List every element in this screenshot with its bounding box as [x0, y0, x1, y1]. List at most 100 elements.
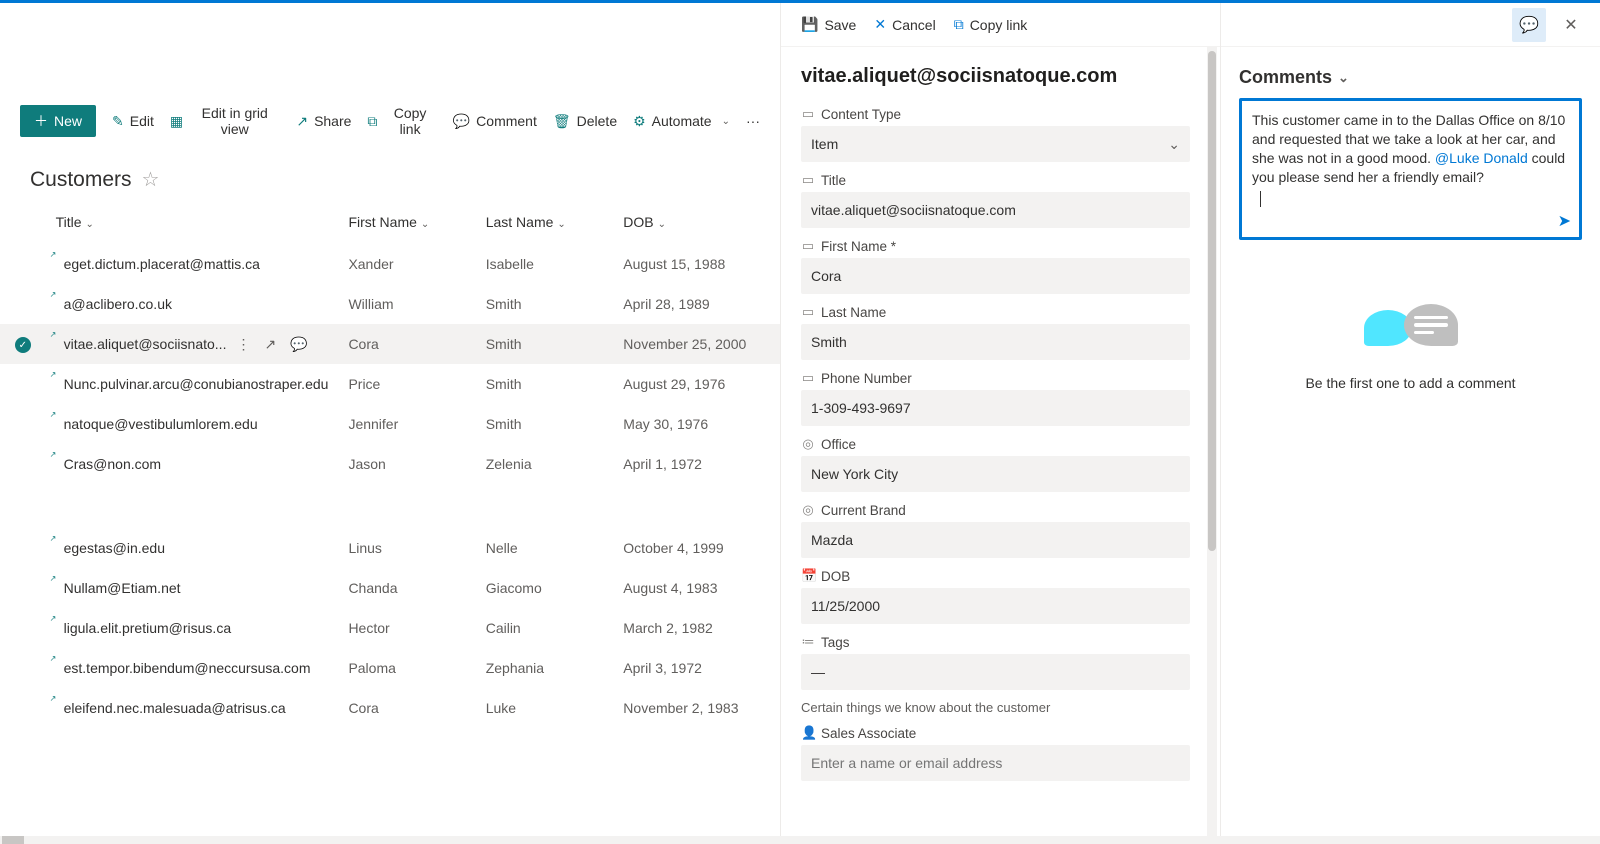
col-title[interactable]: Title⌄ [46, 200, 339, 244]
cancel-button[interactable]: ✕Cancel [874, 16, 935, 33]
share-icon: ↗ [296, 113, 308, 130]
dob-label: DOB [821, 569, 850, 584]
first-name-cell: Jennifer [338, 404, 475, 444]
brand-input[interactable]: Mazda [801, 522, 1190, 558]
close-panel-button[interactable]: ✕ [1554, 8, 1588, 42]
table-row[interactable]: eget.dictum.placerat@mattis.caXanderIsab… [0, 244, 780, 284]
row-share-icon[interactable]: ↗ [264, 336, 276, 353]
command-bar: ＋ New ✎Edit ▦Edit in grid view ↗Share ⧉C… [0, 99, 780, 143]
first-name-cell: Hector [338, 608, 475, 648]
sales-assoc-label: Sales Associate [821, 726, 916, 741]
title-cell[interactable]: Nullam@Etiam.net [46, 568, 339, 608]
title-cell[interactable]: vitae.aliquet@sociisnato...⋮↗💬 [46, 324, 339, 364]
tags-icon: ≔ [801, 634, 815, 650]
link-icon: ⧉ [954, 16, 964, 33]
last-name-cell: Smith [476, 404, 614, 444]
table-row[interactable]: Nunc.pulvinar.arcu@conubianostraper.eduP… [0, 364, 780, 404]
horizontal-scrollbar[interactable] [0, 836, 1600, 844]
dob-cell: March 2, 1982 [613, 608, 780, 648]
share-button[interactable]: ↗Share [296, 113, 351, 130]
title-cell[interactable]: a@aclibero.co.uk [46, 284, 339, 324]
chevron-down-icon: ⌄ [421, 219, 429, 230]
comment-input[interactable]: This customer came in to the Dallas Offi… [1239, 98, 1582, 240]
col-last-name[interactable]: Last Name⌄ [476, 200, 614, 244]
mention[interactable]: @Luke Donald [1435, 150, 1528, 166]
table-row[interactable]: est.tempor.bibendum@neccursusa.comPaloma… [0, 648, 780, 688]
last-name-cell: Luke [476, 688, 614, 728]
comments-pane-toggle[interactable]: 💬 [1512, 8, 1546, 42]
text-icon: ▭ [801, 172, 815, 188]
table-row[interactable]: egestas@in.eduLinusNelleOctober 4, 1999 [0, 528, 780, 568]
title-cell[interactable]: Cras@non.com [46, 444, 339, 484]
title-cell[interactable]: eleifend.nec.malesuada@atrisus.ca [46, 688, 339, 728]
delete-button[interactable]: 🗑Delete [553, 113, 617, 130]
title-cell[interactable]: est.tempor.bibendum@neccursusa.com [46, 648, 339, 688]
tags-input[interactable]: — [801, 654, 1190, 690]
customers-table: Title⌄ First Name⌄ Last Name⌄ DOB⌄ eget.… [0, 200, 780, 728]
send-icon: ➤ [1558, 213, 1571, 230]
table-row[interactable]: ✓vitae.aliquet@sociisnato...⋮↗💬CoraSmith… [0, 324, 780, 364]
title-label: Title [821, 173, 846, 188]
edit-grid-button[interactable]: ▦Edit in grid view [170, 105, 280, 137]
last-name-cell: Cailin [476, 608, 614, 648]
last-name-input[interactable]: Smith [801, 324, 1190, 360]
copy-link-button[interactable]: ⧉Copy link [367, 105, 436, 137]
title-cell[interactable]: natoque@vestibulumlorem.edu [46, 404, 339, 444]
comment-icon: 💬 [1519, 15, 1539, 35]
favorite-star-icon[interactable]: ☆ [142, 167, 160, 192]
comments-heading[interactable]: Comments ⌄ [1239, 67, 1582, 88]
new-button[interactable]: ＋ New [20, 105, 96, 137]
title-cell[interactable]: egestas@in.edu [46, 528, 339, 568]
title-cell[interactable]: Nunc.pulvinar.arcu@conubianostraper.edu [46, 364, 339, 404]
table-row[interactable]: Cras@non.comJasonZeleniaApril 1, 1972 [0, 444, 780, 484]
chevron-down-icon: ⌄ [658, 219, 666, 230]
sales-associate-input[interactable] [801, 745, 1190, 781]
first-name-input[interactable]: Cora [801, 258, 1190, 294]
selected-check-icon[interactable]: ✓ [15, 337, 31, 353]
edit-button[interactable]: ✎Edit [112, 113, 154, 130]
last-name-cell: Zephania [476, 648, 614, 688]
form-scrollbar[interactable] [1207, 47, 1217, 844]
content-type-select[interactable]: Item⌄ [801, 126, 1190, 162]
table-row[interactable]: ligula.elit.pretium@risus.caHectorCailin… [0, 608, 780, 648]
col-first-name[interactable]: First Name⌄ [338, 200, 475, 244]
row-comment-icon[interactable]: 💬 [290, 336, 307, 353]
title-cell[interactable]: eget.dictum.placerat@mattis.ca [46, 244, 339, 284]
text-icon: ▭ [801, 370, 815, 386]
last-name-cell: Smith [476, 284, 614, 324]
phone-input[interactable]: 1-309-493-9697 [801, 390, 1190, 426]
list-area: ＋ New ✎Edit ▦Edit in grid view ↗Share ⧉C… [0, 3, 780, 844]
chevron-down-icon: ⌄ [557, 219, 565, 230]
comment-icon: 💬 [453, 113, 470, 130]
form-copy-link-button[interactable]: ⧉Copy link [954, 16, 1028, 33]
first-name-cell: William [338, 284, 475, 324]
comment-button[interactable]: 💬Comment [453, 113, 537, 130]
col-dob[interactable]: DOB⌄ [613, 200, 780, 244]
save-button[interactable]: 💾Save [801, 16, 856, 33]
table-row[interactable]: Nullam@Etiam.netChandaGiacomoAugust 4, 1… [0, 568, 780, 608]
empty-text: Be the first one to add a comment [1239, 375, 1582, 391]
last-name-cell: Smith [476, 324, 614, 364]
automate-button[interactable]: ⚙Automate⌄ [633, 113, 730, 130]
more-button[interactable]: ··· [746, 113, 760, 129]
table-row[interactable]: natoque@vestibulumlorem.eduJenniferSmith… [0, 404, 780, 444]
form-panel: 💾Save ✕Cancel ⧉Copy link vitae.aliquet@s… [780, 3, 1220, 844]
first-name-cell: Cora [338, 324, 475, 364]
last-name-cell: Giacomo [476, 568, 614, 608]
send-comment-button[interactable]: ➤ [1558, 211, 1571, 231]
section-description: Certain things we know about the custome… [801, 700, 1190, 715]
office-input[interactable]: New York City [801, 456, 1190, 492]
text-caret [1260, 191, 1261, 207]
table-row[interactable]: a@aclibero.co.ukWilliamSmithApril 28, 19… [0, 284, 780, 324]
form-heading: vitae.aliquet@sociisnatoque.com [801, 65, 1190, 88]
choice-icon: ◎ [801, 436, 815, 452]
table-row[interactable]: eleifend.nec.malesuada@atrisus.caCoraLuk… [0, 688, 780, 728]
pencil-icon: ✎ [112, 113, 124, 130]
first-name-cell: Xander [338, 244, 475, 284]
dob-input[interactable]: 11/25/2000 [801, 588, 1190, 624]
title-cell[interactable]: ligula.elit.pretium@risus.ca [46, 608, 339, 648]
chevron-down-icon: ⌄ [1338, 70, 1349, 86]
row-more-icon[interactable]: ⋮ [236, 336, 250, 353]
last-name-cell: Zelenia [476, 444, 614, 484]
title-input[interactable]: vitae.aliquet@sociisnatoque.com [801, 192, 1190, 228]
